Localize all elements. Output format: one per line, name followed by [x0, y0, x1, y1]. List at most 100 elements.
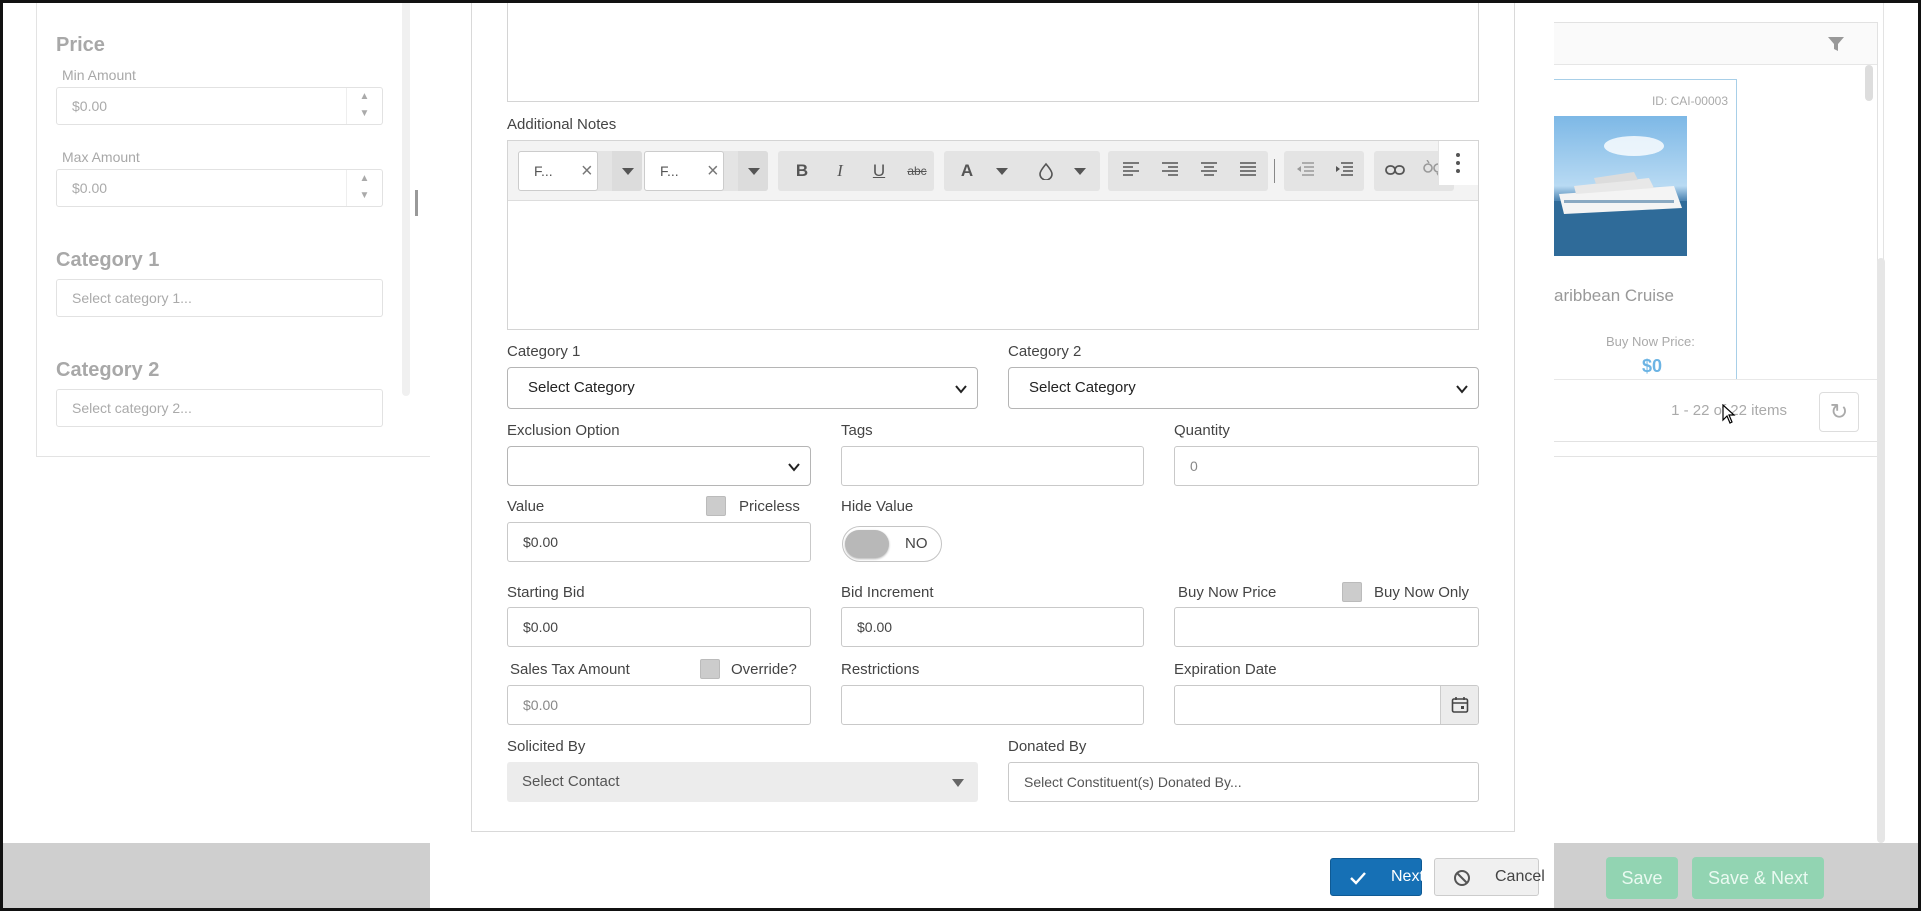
solicited-by-value: Select Contact	[522, 773, 620, 790]
bold-icon[interactable]: B	[783, 151, 821, 191]
value-label: Value	[507, 498, 545, 515]
next-button[interactable]: Next	[1330, 858, 1424, 896]
category2-filter-input[interactable]: Select category 2...	[56, 389, 383, 427]
font-family-clear-icon[interactable]: ×	[581, 151, 593, 191]
override-checkbox[interactable]	[700, 659, 720, 679]
outdent-icon[interactable]	[1286, 151, 1324, 191]
priceless-label: Priceless	[739, 498, 800, 515]
min-amount-spinner[interactable]: ▲ ▼	[346, 88, 382, 124]
solicited-by-select[interactable]: Select Contact	[507, 762, 978, 802]
item-buy-now-label: Buy Now Price:	[1606, 334, 1695, 349]
toggle-knob	[845, 530, 889, 558]
chevron-down-icon	[1456, 385, 1468, 394]
value-input[interactable]: $0.00	[507, 522, 811, 562]
restrictions-input[interactable]	[841, 685, 1144, 725]
save-next-button[interactable]: Save & Next	[1692, 857, 1824, 899]
font-size-clear-icon[interactable]: ×	[707, 151, 719, 191]
category1-label: Category 1	[507, 343, 581, 360]
category1-heading: Category 1	[56, 249, 160, 271]
expiration-date-label: Expiration Date	[1174, 661, 1277, 678]
min-amount-label: Min Amount	[62, 67, 136, 83]
category2-select[interactable]: Select Category	[1008, 367, 1479, 409]
align-left-icon[interactable]	[1112, 151, 1150, 191]
font-size-dropdown-icon[interactable]	[738, 151, 768, 191]
italic-icon[interactable]: I	[821, 151, 859, 191]
editor-toolbar: F... × F... × B I U abc A	[508, 141, 1478, 201]
solicited-by-label: Solicited By	[507, 738, 586, 755]
quantity-input[interactable]: 0	[1174, 446, 1479, 486]
bid-increment-input[interactable]: $0.00	[841, 607, 1144, 647]
refresh-icon[interactable]: ↻	[1819, 392, 1859, 432]
override-label: Override?	[731, 661, 797, 678]
grid-scrollbar[interactable]	[1865, 65, 1873, 101]
donated-by-input[interactable]: Select Constituent(s) Donated By...	[1008, 762, 1479, 802]
category2-heading: Category 2	[56, 359, 160, 381]
min-amount-value: $0.00	[72, 98, 108, 114]
cancel-button-label: Cancel	[1495, 868, 1545, 885]
font-color-dropdown-icon[interactable]	[986, 151, 1016, 191]
item-name: aribbean Cruise	[1554, 286, 1675, 305]
category1-select[interactable]: Select Category	[507, 367, 978, 409]
save-button[interactable]: Save	[1606, 857, 1678, 899]
item-id: ID: CAI-00003	[1651, 94, 1728, 108]
page-scrollbar[interactable]	[1877, 258, 1885, 843]
background-color-icon[interactable]	[1027, 151, 1065, 191]
restrictions-label: Restrictions	[841, 661, 920, 678]
filter-icon[interactable]	[1827, 35, 1845, 53]
previous-editor-content[interactable]	[507, 0, 1479, 102]
hide-value-toggle[interactable]: NO	[842, 526, 942, 562]
expiration-date-input[interactable]	[1174, 685, 1479, 725]
item-buy-now-value: $0	[1642, 356, 1663, 376]
buy-now-only-checkbox[interactable]	[1342, 582, 1362, 602]
buy-now-price-input[interactable]	[1174, 607, 1479, 647]
exclusion-option-select[interactable]	[507, 446, 811, 486]
max-amount-spinner[interactable]: ▲ ▼	[346, 170, 382, 206]
category2-label: Category 2	[1008, 343, 1082, 360]
tags-input[interactable]	[841, 446, 1144, 486]
starting-bid-input[interactable]: $0.00	[507, 607, 811, 647]
mouse-cursor-icon	[1722, 404, 1736, 424]
cancel-icon	[1454, 870, 1470, 886]
underline-icon[interactable]: U	[860, 151, 898, 191]
bid-increment-label: Bid Increment	[841, 584, 934, 601]
price-heading: Price	[56, 34, 105, 56]
sales-tax-label: Sales Tax Amount	[510, 661, 630, 678]
cancel-button[interactable]: Cancel	[1434, 858, 1545, 896]
strikethrough-icon[interactable]: abc	[898, 151, 936, 191]
buy-now-only-label: Buy Now Only	[1374, 584, 1470, 601]
category1-filter-input[interactable]: Select category 1...	[56, 279, 383, 317]
category1-select-value: Select Category	[528, 379, 635, 396]
font-family-dropdown-icon[interactable]	[612, 151, 642, 191]
hide-value-state: NO	[905, 535, 928, 552]
align-center-icon[interactable]	[1190, 151, 1228, 191]
grid-footer: 1 - 22 of 22 items ↻	[1554, 379, 1877, 443]
min-amount-input[interactable]: $0.00 ▲ ▼	[56, 87, 383, 125]
chevron-down-icon	[788, 463, 800, 472]
item-card[interactable]: ID: CAI-00003 aribbean Cruise Buy Now Pr…	[1554, 79, 1737, 379]
align-right-icon[interactable]	[1151, 151, 1189, 191]
max-amount-label: Max Amount	[62, 149, 140, 165]
max-amount-value: $0.00	[72, 180, 108, 196]
sales-tax-input[interactable]: $0.00	[507, 685, 811, 725]
filter-panel: Price Min Amount $0.00 ▲ ▼ Max Amount $0.…	[56, 0, 396, 440]
indent-icon[interactable]	[1325, 151, 1363, 191]
filter-scrollbar[interactable]	[402, 0, 410, 396]
priceless-checkbox[interactable]	[706, 496, 726, 516]
additional-notes-editor[interactable]: F... × F... × B I U abc A	[507, 140, 1479, 330]
quantity-label: Quantity	[1174, 422, 1230, 439]
panel-splitter[interactable]	[415, 190, 418, 216]
calendar-icon[interactable]	[1440, 686, 1478, 724]
exclusion-option-label: Exclusion Option	[507, 422, 620, 439]
align-justify-icon[interactable]	[1229, 151, 1267, 191]
font-color-icon[interactable]: A	[948, 151, 986, 191]
insert-link-icon[interactable]	[1376, 151, 1414, 191]
starting-bid-label: Starting Bid	[507, 584, 585, 601]
more-options-icon[interactable]	[1438, 141, 1478, 185]
category2-select-value: Select Category	[1029, 379, 1136, 396]
tags-label: Tags	[841, 422, 873, 439]
additional-notes-label: Additional Notes	[507, 116, 617, 133]
background-color-dropdown-icon[interactable]	[1064, 151, 1094, 191]
max-amount-input[interactable]: $0.00 ▲ ▼	[56, 169, 383, 207]
hide-value-label: Hide Value	[841, 498, 914, 515]
check-icon	[1350, 872, 1366, 885]
